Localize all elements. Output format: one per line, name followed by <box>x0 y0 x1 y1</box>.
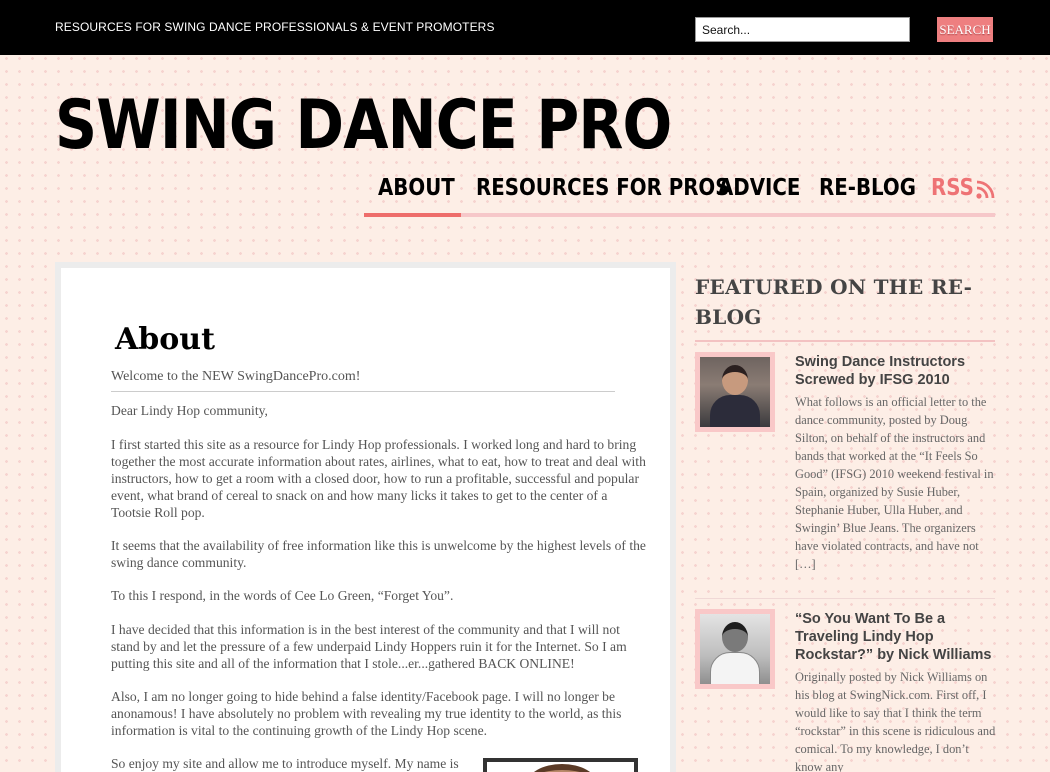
paragraph: I first started this site as a resource … <box>111 437 646 520</box>
intro-text: Welcome to the NEW SwingDancePro.com! <box>111 369 615 392</box>
post-divider <box>695 598 995 599</box>
rss-icon[interactable] <box>976 180 995 199</box>
site-tagline: RESOURCES FOR SWING DANCE PROFESSIONALS … <box>55 20 495 34</box>
nav-item-rss[interactable]: RSS <box>931 175 974 201</box>
sidebar-divider <box>695 340 995 342</box>
paragraph: Dear Lindy Hop community, <box>111 403 268 418</box>
post-excerpt: What follows is an official letter to th… <box>795 395 994 571</box>
paragraph: To this I respond, in the words of Cee L… <box>111 588 454 603</box>
nav-active-indicator <box>364 213 461 217</box>
post-excerpt: Originally posted by Nick Williams on hi… <box>795 670 996 772</box>
search-button[interactable]: SEARCH <box>937 17 993 42</box>
sidebar-heading: FEATURED ON THE RE-BLOG <box>695 275 973 329</box>
author-photo <box>483 758 638 772</box>
nav-item-re-blog[interactable]: RE-BLOG <box>819 175 916 201</box>
site-title[interactable]: SWING DANCE PRO <box>55 86 672 165</box>
search-input[interactable] <box>695 17 910 42</box>
post-title-link[interactable]: Swing Dance Instructors Screwed by IFSG … <box>795 353 995 389</box>
nav-item-resources-for-pros[interactable]: RESOURCES FOR PROS <box>476 175 729 201</box>
post-thumbnail[interactable] <box>695 609 775 689</box>
nav-item-about[interactable]: ABOUT <box>378 175 455 201</box>
post-title-link[interactable]: “So You Want To Be a Traveling Lindy Hop… <box>795 610 995 664</box>
page-title: About <box>115 322 215 357</box>
post-thumbnail[interactable] <box>695 352 775 432</box>
paragraph: It seems that the availability of free i… <box>111 538 646 570</box>
paragraph: Also, I am no longer going to hide behin… <box>111 689 622 738</box>
nav-item-advice[interactable]: ADVICE <box>718 175 800 201</box>
paragraph: I have decided that this information is … <box>111 622 627 671</box>
paragraph: So enjoy my site and allow me to introdu… <box>111 756 459 771</box>
